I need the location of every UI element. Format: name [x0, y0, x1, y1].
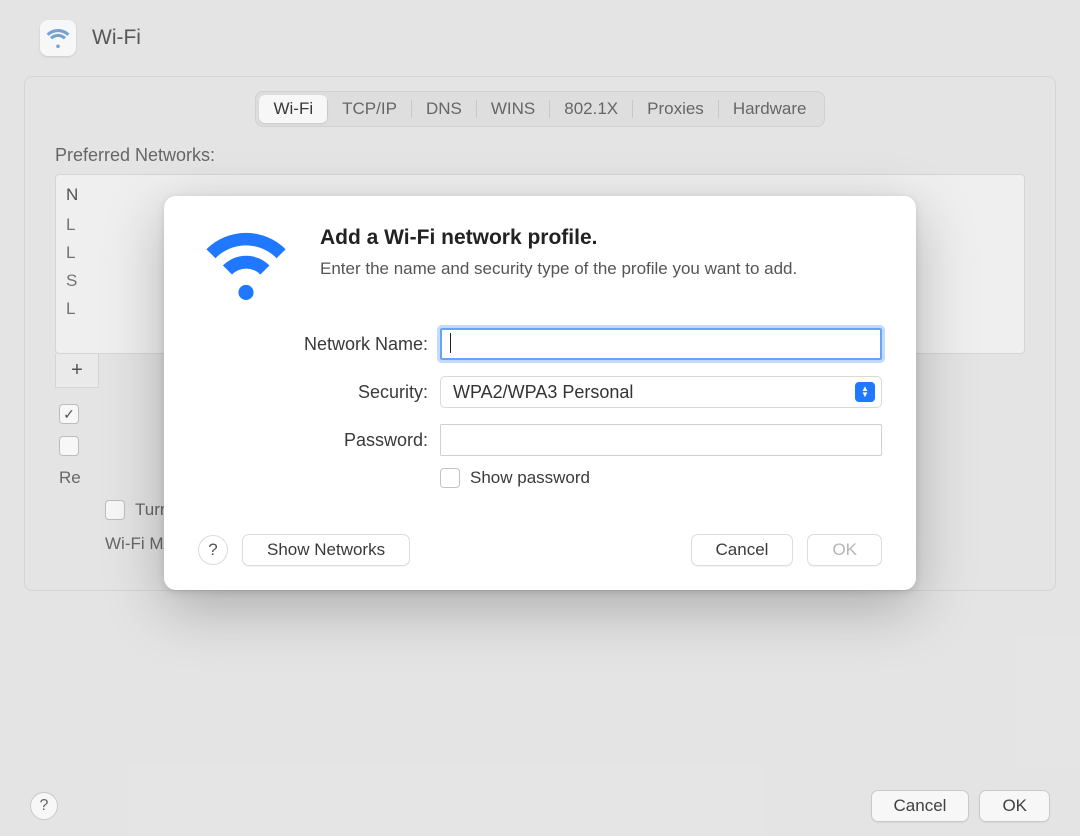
chevron-up-down-icon: ▲▼	[855, 382, 875, 402]
password-input[interactable]	[440, 424, 882, 456]
show-password-checkbox[interactable]	[440, 468, 460, 488]
dialog-cancel-button[interactable]: Cancel	[691, 534, 794, 566]
network-name-label: Network Name:	[198, 334, 428, 355]
network-name-input[interactable]	[440, 328, 882, 360]
show-networks-button[interactable]: Show Networks	[242, 534, 410, 566]
dialog-help-button[interactable]: ?	[198, 535, 228, 565]
add-wifi-dialog: Add a Wi-Fi network profile. Enter the n…	[164, 196, 916, 590]
dialog-subtitle: Enter the name and security type of the …	[320, 258, 797, 281]
password-label: Password:	[198, 430, 428, 451]
dialog-ok-button[interactable]: OK	[807, 534, 882, 566]
show-password-label: Show password	[470, 468, 590, 488]
security-label: Security:	[198, 382, 428, 403]
dialog-title: Add a Wi-Fi network profile.	[320, 226, 797, 250]
modal-overlay: Add a Wi-Fi network profile. Enter the n…	[0, 0, 1080, 836]
security-select-value: WPA2/WPA3 Personal	[453, 382, 633, 403]
security-select[interactable]: WPA2/WPA3 Personal ▲▼	[440, 376, 882, 408]
wifi-icon	[198, 226, 294, 300]
